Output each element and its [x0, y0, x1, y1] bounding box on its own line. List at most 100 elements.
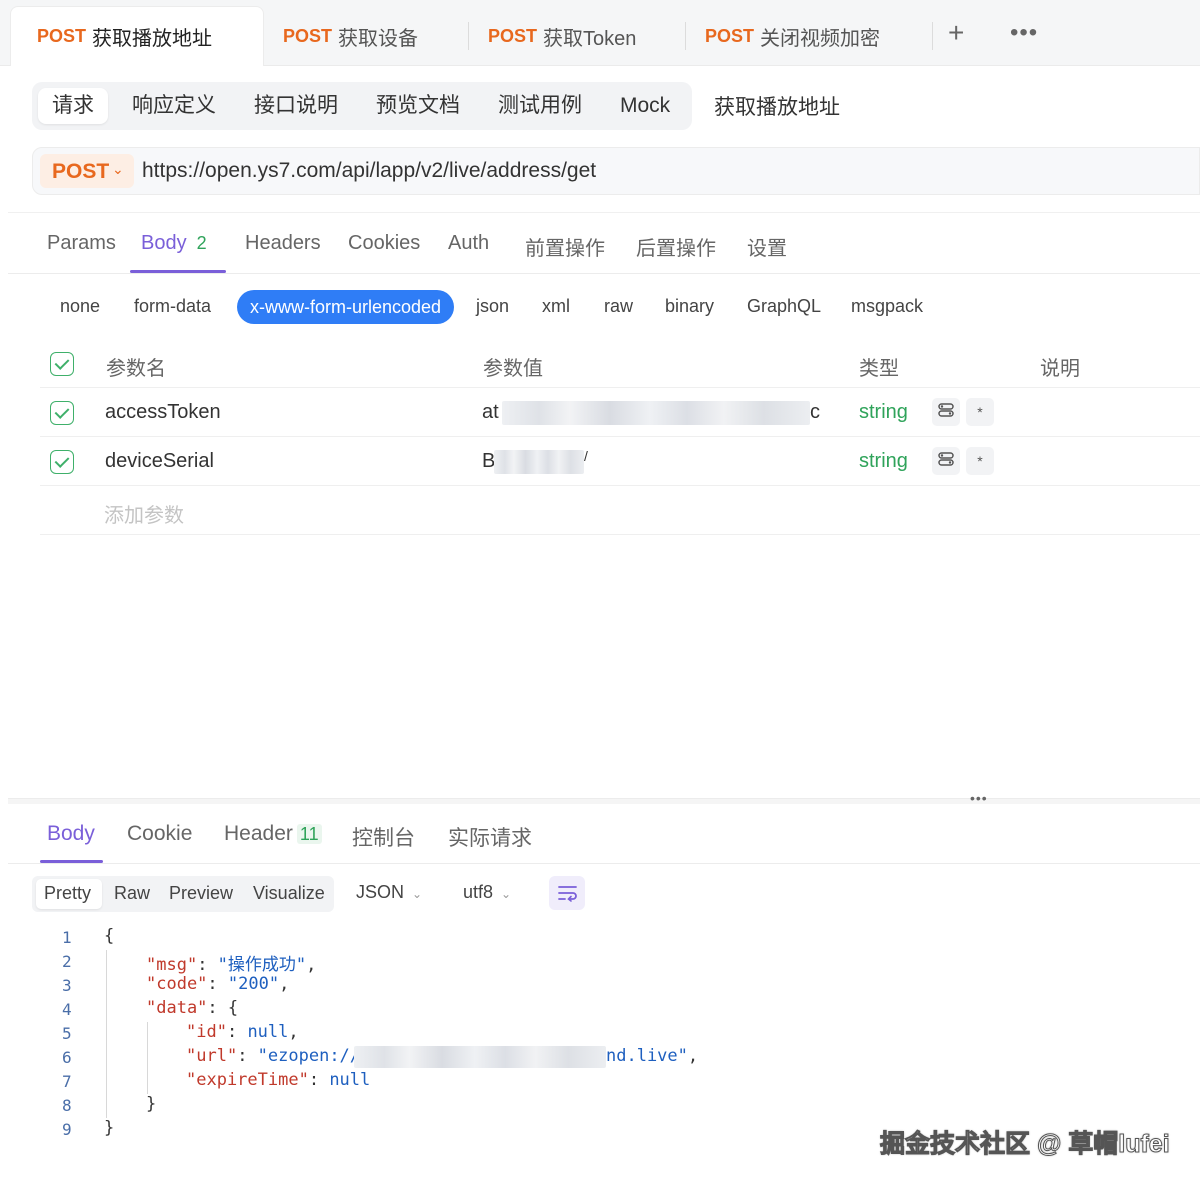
param-settings-icon[interactable] — [932, 447, 960, 475]
api-view-tabs: 请求 响应定义 接口说明 预览文档 测试用例 Mock — [32, 82, 692, 130]
tab-headers[interactable]: Headers — [245, 232, 321, 255]
divider — [8, 273, 1200, 274]
required-toggle[interactable]: * — [966, 398, 994, 426]
tab-post-operations[interactable]: 后置操作 — [636, 232, 716, 261]
body-type-json[interactable]: json — [476, 296, 509, 317]
line-number: 1 — [62, 928, 72, 947]
param-type[interactable]: string — [859, 401, 908, 424]
json-null: null — [329, 1070, 371, 1090]
body-type-binary[interactable]: binary — [665, 296, 714, 317]
request-tab-disable-encryption[interactable]: POST 关闭视频加密 — [705, 6, 880, 66]
param-name-device-serial[interactable]: deviceSerial — [105, 450, 214, 473]
resp-tab-header-label: Header — [224, 822, 293, 845]
panel-resize-handle[interactable] — [8, 798, 1200, 804]
line-number: 4 — [62, 1000, 72, 1019]
resp-tab-header[interactable]: Header 11 — [224, 822, 322, 846]
toggle-icon — [938, 403, 954, 417]
json-key: "msg" — [146, 955, 198, 975]
format-preview[interactable]: Preview — [169, 883, 233, 904]
request-tab-get-device[interactable]: POST 获取设备 — [283, 6, 418, 66]
resp-tab-cookie[interactable]: Cookie — [127, 822, 192, 846]
tab-auth[interactable]: Auth — [448, 232, 489, 255]
tab-params[interactable]: Params — [47, 232, 116, 255]
divider — [8, 863, 1200, 864]
row-checkbox[interactable] — [50, 401, 74, 425]
required-toggle[interactable]: * — [966, 447, 994, 475]
resp-tab-actual-request[interactable]: 实际请求 — [448, 822, 532, 852]
header-count-badge: 11 — [296, 824, 322, 844]
body-type-form-data[interactable]: form-data — [134, 296, 211, 317]
tab-divider — [685, 22, 686, 50]
drag-handle-icon[interactable]: ••• — [970, 790, 988, 806]
row-divider — [40, 534, 1200, 535]
content-type-select[interactable]: JSON ⌄ — [356, 882, 422, 903]
param-value-start[interactable]: at — [482, 401, 499, 424]
param-settings-icon[interactable] — [932, 398, 960, 426]
param-value-end: / — [584, 448, 588, 464]
tab-settings[interactable]: 设置 — [747, 232, 787, 261]
json-key: "data" — [146, 998, 208, 1018]
indent-guide — [147, 1022, 148, 1094]
body-type-raw[interactable]: raw — [604, 296, 633, 317]
more-icon[interactable]: ••• — [1010, 18, 1038, 48]
body-type-graphql[interactable]: GraphQL — [747, 296, 821, 317]
column-header-type: 类型 — [859, 358, 899, 380]
param-name-access-token[interactable]: accessToken — [105, 401, 221, 424]
json-key: "url" — [186, 1046, 238, 1066]
add-tab-icon[interactable]: + — [948, 18, 964, 48]
param-type[interactable]: string — [859, 450, 908, 473]
format-visualize[interactable]: Visualize — [253, 883, 325, 904]
request-tab-get-play-address[interactable]: POST 获取播放地址 — [10, 6, 264, 66]
chevron-down-icon: ⌄ — [501, 887, 512, 901]
line-number: 6 — [62, 1048, 72, 1067]
format-raw[interactable]: Raw — [114, 883, 150, 904]
code-brace-open: { — [104, 926, 115, 946]
tab-cookies[interactable]: Cookies — [348, 232, 420, 255]
code-line-code: "code": "200", — [146, 974, 290, 994]
request-tab-get-token[interactable]: POST 获取Token — [488, 6, 636, 66]
chevron-down-icon: ⌄ — [412, 887, 423, 901]
column-header-name: 参数名 — [106, 358, 166, 380]
code-brace-close: } — [104, 1118, 115, 1138]
json-null: null — [247, 1022, 289, 1042]
tab-test-cases[interactable]: 测试用例 — [484, 88, 596, 124]
json-string: "ezopen:// — [257, 1046, 361, 1066]
line-number: 9 — [62, 1120, 72, 1139]
encoding-value: utf8 — [463, 882, 494, 902]
body-type-msgpack[interactable]: msgpack — [851, 296, 923, 317]
body-count-badge: 2 — [196, 233, 207, 253]
api-name-field[interactable]: 获取播放地址 — [714, 91, 840, 121]
add-param-input[interactable]: 添加参数 — [104, 499, 184, 528]
encoding-select[interactable]: utf8 ⌄ — [463, 882, 511, 903]
divider — [8, 212, 1200, 213]
tab-mock[interactable]: Mock — [606, 88, 684, 124]
tab-request[interactable]: 请求 — [38, 88, 108, 124]
select-all-checkbox[interactable] — [50, 352, 74, 376]
line-number: 2 — [62, 952, 72, 971]
tab-body[interactable]: Body 2 — [141, 232, 207, 255]
tab-api-description[interactable]: 接口说明 — [240, 88, 352, 124]
watermark: 掘金技术社区 @ 草帽lufei — [880, 1130, 1171, 1159]
body-type-xml[interactable]: xml — [542, 296, 570, 317]
resp-tab-console[interactable]: 控制台 — [352, 822, 415, 852]
tab-label: 获取Token — [543, 27, 637, 50]
tab-divider — [468, 22, 469, 50]
row-divider — [40, 436, 1200, 437]
method-label: POST — [283, 25, 333, 46]
tab-label: 获取设备 — [338, 27, 419, 50]
url-input[interactable]: https://open.ys7.com/api/lapp/v2/live/ad… — [142, 159, 596, 183]
body-type-urlencoded[interactable]: x-www-form-urlencoded — [237, 290, 454, 324]
row-checkbox[interactable] — [50, 450, 74, 474]
column-header-description: 说明 — [1040, 358, 1080, 380]
tab-pre-operations[interactable]: 前置操作 — [525, 232, 605, 261]
tab-response-definition[interactable]: 响应定义 — [118, 88, 230, 124]
toggle-icon — [938, 452, 954, 466]
json-key: "id" — [186, 1022, 227, 1042]
format-pretty[interactable]: Pretty — [44, 883, 91, 904]
code-line-msg: "msg": "操作成功", — [146, 955, 317, 975]
body-type-none[interactable]: none — [60, 296, 100, 317]
tab-preview-doc[interactable]: 预览文档 — [362, 88, 474, 124]
method-select-value: POST — [52, 160, 110, 183]
content-type-value: JSON — [356, 882, 405, 902]
resp-tab-body[interactable]: Body — [47, 822, 95, 846]
